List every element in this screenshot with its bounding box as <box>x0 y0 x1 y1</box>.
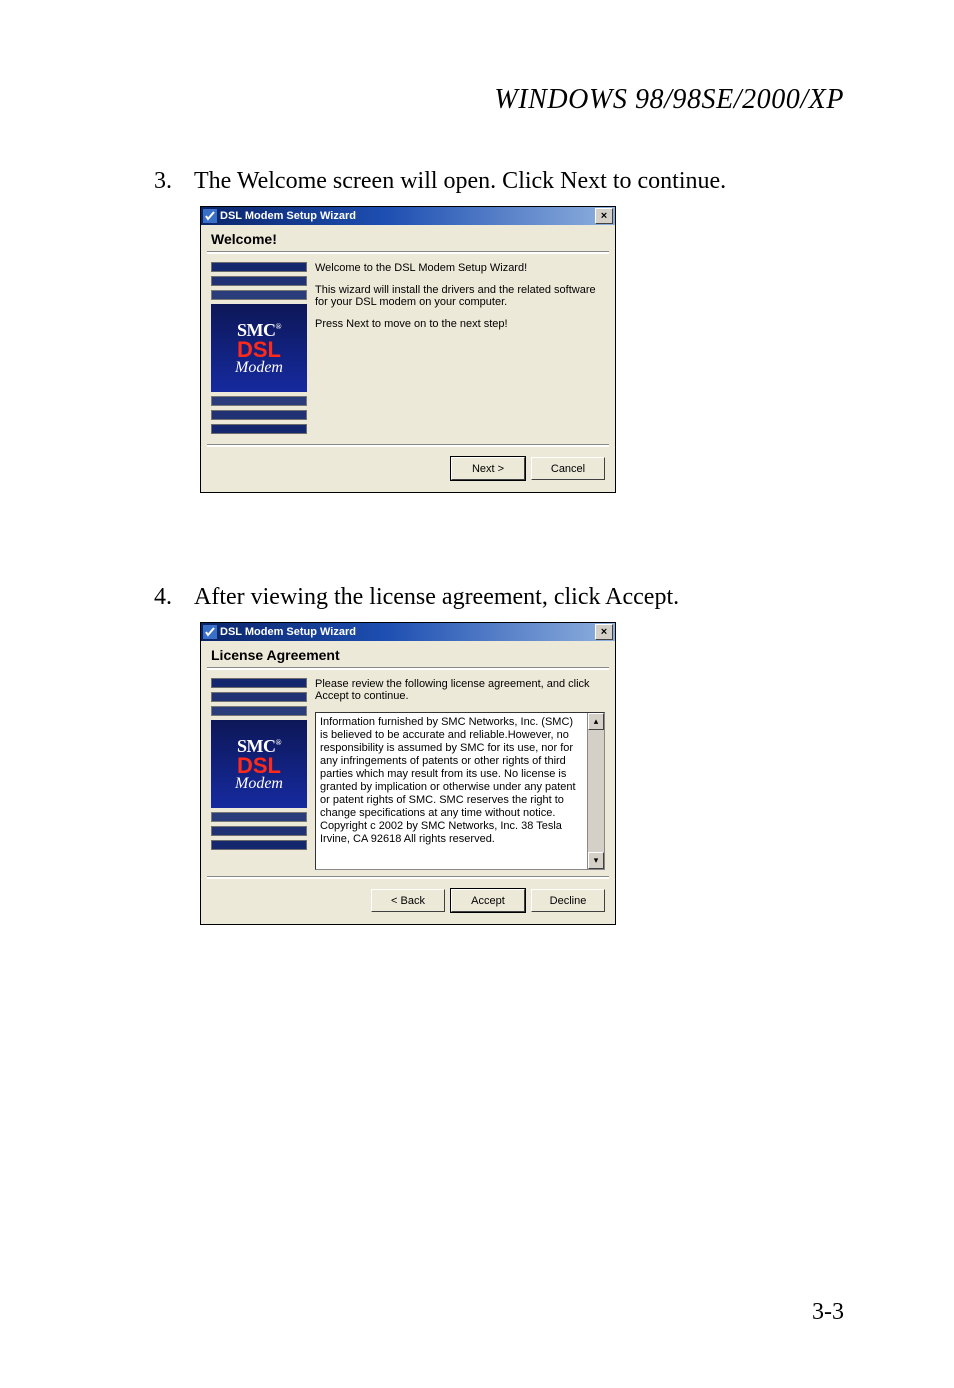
license-text: Information furnished by SMC Networks, I… <box>316 713 587 869</box>
page-header: WINDOWS 98/98SE/2000/XP <box>494 84 844 116</box>
step-3-text: The Welcome screen will open. Click Next… <box>194 168 726 194</box>
scroll-track[interactable] <box>588 730 604 852</box>
license-buttons: < Back Accept Decline <box>201 879 615 924</box>
license-title: DSL Modem Setup Wizard <box>220 626 595 638</box>
app-icon <box>203 625 217 639</box>
license-intro: Please review the following license agre… <box>315 678 605 702</box>
close-button[interactable]: × <box>595 624 613 640</box>
brand-panel: SMC® DSL Modem <box>211 678 307 870</box>
app-icon <box>203 209 217 223</box>
step-4-number: 4. <box>154 584 194 611</box>
welcome-title: DSL Modem Setup Wizard <box>220 210 595 222</box>
step-3: 3.The Welcome screen will open. Click Ne… <box>154 168 726 195</box>
license-textbox: Information furnished by SMC Networks, I… <box>315 712 605 870</box>
smc-logo: SMC® DSL Modem <box>211 304 307 392</box>
cancel-button[interactable]: Cancel <box>531 457 605 480</box>
scrollbar[interactable]: ▴ ▾ <box>587 713 604 869</box>
welcome-p2: This wizard will install the drivers and… <box>315 284 605 308</box>
scroll-down-button[interactable]: ▾ <box>588 852 604 869</box>
page-number: 3-3 <box>812 1299 844 1326</box>
step-4: 4.After viewing the license agreement, c… <box>154 584 679 611</box>
scroll-up-button[interactable]: ▴ <box>588 713 604 730</box>
welcome-buttons: Next > Cancel <box>201 447 615 492</box>
welcome-heading: Welcome! <box>201 225 615 251</box>
welcome-dialog: DSL Modem Setup Wizard × Welcome! SMC® D… <box>200 206 616 493</box>
welcome-titlebar: DSL Modem Setup Wizard × <box>201 207 615 225</box>
smc-logo: SMC® DSL Modem <box>211 720 307 808</box>
brand-panel: SMC® DSL Modem <box>211 262 307 438</box>
step-4-text: After viewing the license agreement, cli… <box>194 584 679 610</box>
next-button[interactable]: Next > <box>451 457 525 480</box>
license-dialog: DSL Modem Setup Wizard × License Agreeme… <box>200 622 616 925</box>
step-3-number: 3. <box>154 168 194 195</box>
decline-button[interactable]: Decline <box>531 889 605 912</box>
license-titlebar: DSL Modem Setup Wizard × <box>201 623 615 641</box>
welcome-p3: Press Next to move on to the next step! <box>315 318 605 330</box>
close-button[interactable]: × <box>595 208 613 224</box>
license-heading: License Agreement <box>201 641 615 667</box>
back-button[interactable]: < Back <box>371 889 445 912</box>
welcome-p1: Welcome to the DSL Modem Setup Wizard! <box>315 262 605 274</box>
accept-button[interactable]: Accept <box>451 889 525 912</box>
